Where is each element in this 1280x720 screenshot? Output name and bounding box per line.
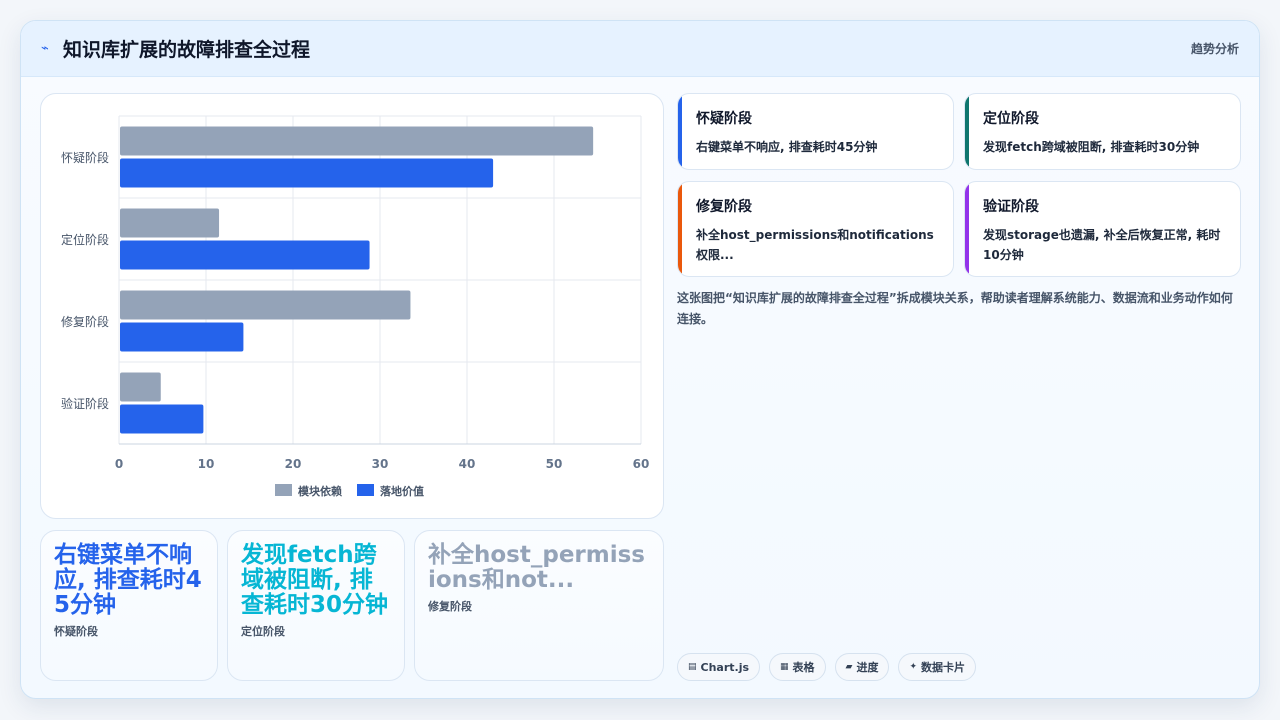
chart-icon: ▤ (688, 662, 697, 672)
stat-card-fix: 补全host_permissions和not... 修复阶段 (414, 530, 664, 681)
folder-icon: ▰ (845, 662, 853, 672)
bar-landing-value (120, 240, 370, 270)
x-tick-label: 60 (633, 457, 650, 471)
bar-module-dependency (120, 290, 411, 320)
chart-description: 这张图把“知识库扩展的故障排查全过程”拆成模块关系，帮助读者理解系统能力、数据流… (677, 291, 1233, 326)
tag-list: ▤ Chart.js ▦ 表格 ▰ 进度 ✦ 数据卡片 (677, 653, 977, 681)
sparkle-icon: ✦ (909, 662, 918, 672)
stat-value: 发现fetch跨域被阻断, 排查耗时30分钟 (241, 542, 389, 618)
bar-chart: 0 10 20 30 40 50 60 怀疑阶段定位阶段修复阶段验证阶段模块依赖 落地价值 (61, 115, 650, 498)
bar-module-dependency (120, 208, 220, 238)
trend-analysis-label[interactable]: 趋势分析 (1191, 40, 1239, 57)
bar-chart-card: 0 10 20 30 40 50 60 怀疑阶段定位阶段修复阶段验证阶段模块依赖 落地价值 (40, 93, 664, 519)
legend-label: 模块依赖 (298, 484, 342, 498)
tag-table[interactable]: ▦ 表格 (769, 653, 826, 681)
info-card-suspect[interactable]: 怀疑阶段 右键菜单不响应, 排查耗时45分钟 (677, 93, 954, 170)
stat-label: 定位阶段 (241, 625, 285, 638)
x-tick-label: 50 (546, 457, 563, 471)
card-desc: 补全host_permissions和notifications权限... (696, 228, 934, 262)
tag-label: 数据卡片 (921, 661, 966, 674)
y-tick-label: 修复阶段 (61, 314, 109, 329)
card-desc: 右键菜单不响应, 排查耗时45分钟 (696, 140, 878, 154)
tag-label: Chart.js (700, 660, 750, 674)
stat-label: 修复阶段 (428, 600, 472, 613)
dashboard-window: ⌁ 知识库扩展的故障排查全过程 趋势分析 0 10 20 30 40 50 60 怀疑阶段 定位… (20, 20, 1260, 699)
trend-icon: ⌁ (41, 41, 49, 56)
card-title: 怀疑阶段 (696, 111, 752, 127)
stat-label: 怀疑阶段 (54, 625, 98, 638)
stat-value: 右键菜单不响应, 排查耗时45分钟 (54, 542, 202, 618)
card-title: 验证阶段 (983, 199, 1039, 215)
tag-label: 表格 (792, 661, 815, 674)
x-tick-label: 20 (285, 457, 302, 471)
x-tick-label: 0 (115, 457, 123, 471)
stat-card-suspect: 右键菜单不响应, 排查耗时45分钟 怀疑阶段 (40, 530, 218, 681)
x-tick-label: 40 (459, 457, 476, 471)
tag-data-card[interactable]: ✦ 数据卡片 (898, 653, 977, 681)
stat-value: 补全host_permissions和not... (428, 542, 645, 593)
card-accent-bar (678, 94, 682, 169)
x-tick-label: 30 (372, 457, 389, 471)
legend-swatch (357, 484, 374, 496)
bar-landing-value (120, 158, 494, 188)
card-accent-bar (965, 94, 969, 169)
x-tick-label: 10 (198, 457, 215, 471)
info-card-verify[interactable]: 验证阶段 发现storage也遗漏, 补全后恢复正常, 耗时10分钟 (964, 181, 1241, 277)
card-desc: 发现fetch跨域被阻断, 排查耗时30分钟 (983, 140, 1200, 154)
y-tick-label: 验证阶段 (61, 396, 109, 411)
legend-label: 落地价值 (380, 484, 424, 498)
tag-chartjs[interactable]: ▤ Chart.js (677, 653, 761, 681)
bar-landing-value (120, 404, 204, 434)
stat-card-locate: 发现fetch跨域被阻断, 排查耗时30分钟 定位阶段 (227, 530, 405, 681)
card-desc: 发现storage也遗漏, 补全后恢复正常, 耗时10分钟 (983, 228, 1221, 262)
info-card-fix[interactable]: 修复阶段 补全host_permissions和notifications权限.… (677, 181, 954, 277)
card-title: 修复阶段 (696, 199, 752, 215)
y-tick-label: 怀疑阶段 (61, 150, 109, 165)
card-accent-bar (678, 182, 682, 276)
bar-module-dependency (120, 126, 594, 156)
y-tick-label: 定位阶段 (61, 232, 109, 247)
bar-module-dependency (120, 372, 161, 402)
tag-label: 进度 (856, 661, 879, 674)
card-accent-bar (965, 182, 969, 276)
tag-progress[interactable]: ▰ 进度 (834, 653, 890, 681)
table-icon: ▦ (780, 662, 789, 672)
header-bar: ⌁ 知识库扩展的故障排查全过程 趋势分析 (21, 21, 1259, 77)
legend-swatch (275, 484, 292, 496)
bar-landing-value (120, 322, 244, 352)
card-title: 定位阶段 (983, 111, 1039, 127)
page-title: 知识库扩展的故障排查全过程 (63, 39, 311, 61)
info-card-locate[interactable]: 定位阶段 发现fetch跨域被阻断, 排查耗时30分钟 (964, 93, 1241, 170)
